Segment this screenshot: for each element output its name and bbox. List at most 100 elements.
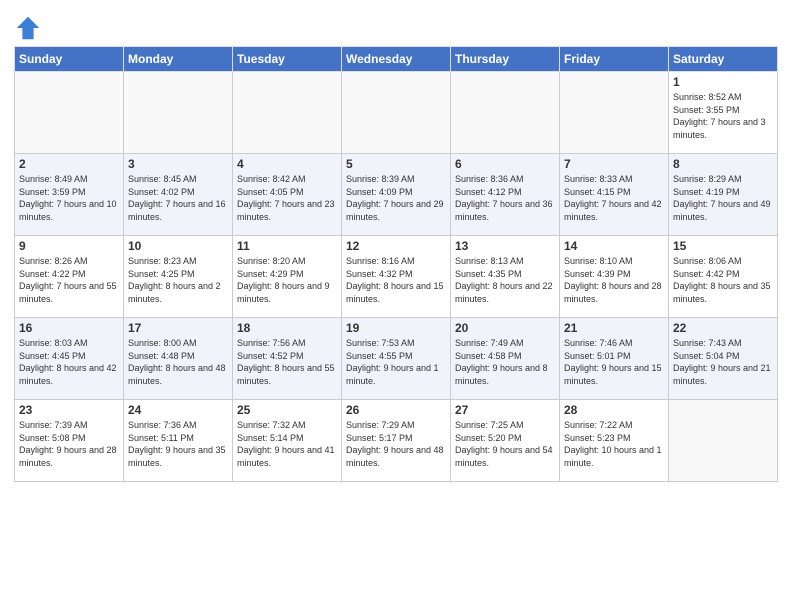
calendar-cell: 3 Sunrise: 8:45 AM Sunset: 4:02 PM Daylig… [124, 154, 233, 236]
day-info: Sunrise: 8:42 AM Sunset: 4:05 PM Dayligh… [237, 173, 337, 223]
weekday-header-monday: Monday [124, 47, 233, 72]
day-number: 20 [455, 321, 555, 335]
day-number: 5 [346, 157, 446, 171]
calendar-week-row: 1 Sunrise: 8:52 AM Sunset: 3:55 PM Daylig… [15, 72, 778, 154]
calendar-cell: 16Sunrise: 8:03 AM Sunset: 4:45 PM Dayli… [15, 318, 124, 400]
day-info: Sunrise: 7:25 AM Sunset: 5:20 PM Dayligh… [455, 419, 555, 469]
calendar-cell: 19 Sunrise: 7:53 AM Sunset: 4:55 PM Dayli… [342, 318, 451, 400]
weekday-header-wednesday: Wednesday [342, 47, 451, 72]
calendar-cell: 2 Sunrise: 8:49 AM Sunset: 3:59 PM Daylig… [15, 154, 124, 236]
calendar-cell: 23 Sunrise: 7:39 AM Sunset: 5:08 PM Dayli… [15, 400, 124, 482]
calendar-cell: 26 Sunrise: 7:29 AM Sunset: 5:17 PM Dayli… [342, 400, 451, 482]
calendar-cell: 21 Sunrise: 7:46 AM Sunset: 5:01 PM Dayli… [560, 318, 669, 400]
day-info: Sunrise: 8:45 AM Sunset: 4:02 PM Dayligh… [128, 173, 228, 223]
day-number: 7 [564, 157, 664, 171]
weekday-header-tuesday: Tuesday [233, 47, 342, 72]
weekday-header-thursday: Thursday [451, 47, 560, 72]
day-number: 1 [673, 75, 773, 89]
calendar-cell: 25 Sunrise: 7:32 AM Sunset: 5:14 PM Dayli… [233, 400, 342, 482]
day-info: Sunrise: 7:46 AM Sunset: 5:01 PM Dayligh… [564, 337, 664, 387]
calendar-table: SundayMondayTuesdayWednesdayThursdayFrid… [14, 46, 778, 482]
day-number: 18 [237, 321, 337, 335]
calendar-cell: 9 Sunrise: 8:26 AM Sunset: 4:22 PM Daylig… [15, 236, 124, 318]
calendar-cell: 15 Sunrise: 8:06 AM Sunset: 4:42 PM Dayli… [669, 236, 778, 318]
weekday-header-friday: Friday [560, 47, 669, 72]
day-number: 12 [346, 239, 446, 253]
calendar-cell: 24 Sunrise: 7:36 AM Sunset: 5:11 PM Dayli… [124, 400, 233, 482]
calendar-header-row: SundayMondayTuesdayWednesdayThursdayFrid… [15, 47, 778, 72]
day-info: Sunrise: 8:33 AM Sunset: 4:15 PM Dayligh… [564, 173, 664, 223]
day-info: Sunrise: 8:39 AM Sunset: 4:09 PM Dayligh… [346, 173, 446, 223]
day-number: 8 [673, 157, 773, 171]
calendar-cell: 20 Sunrise: 7:49 AM Sunset: 4:58 PM Dayli… [451, 318, 560, 400]
calendar-cell: 18 Sunrise: 7:56 AM Sunset: 4:52 PM Dayli… [233, 318, 342, 400]
calendar-cell: 7 Sunrise: 8:33 AM Sunset: 4:15 PM Daylig… [560, 154, 669, 236]
day-number: 24 [128, 403, 228, 417]
day-number: 4 [237, 157, 337, 171]
calendar-cell [669, 400, 778, 482]
day-number: 25 [237, 403, 337, 417]
day-info: Sunrise: 7:49 AM Sunset: 4:58 PM Dayligh… [455, 337, 555, 387]
day-info: Sunrise: 8:06 AM Sunset: 4:42 PM Dayligh… [673, 255, 773, 305]
calendar-cell: 6 Sunrise: 8:36 AM Sunset: 4:12 PM Daylig… [451, 154, 560, 236]
day-info: Sunrise: 8:29 AM Sunset: 4:19 PM Dayligh… [673, 173, 773, 223]
day-info: Sunrise: 8:00 AM Sunset: 4:48 PM Dayligh… [128, 337, 228, 387]
logo [14, 14, 44, 42]
calendar-week-row: 16Sunrise: 8:03 AM Sunset: 4:45 PM Dayli… [15, 318, 778, 400]
day-number: 3 [128, 157, 228, 171]
calendar-cell: 10 Sunrise: 8:23 AM Sunset: 4:25 PM Dayli… [124, 236, 233, 318]
day-info: Sunrise: 8:20 AM Sunset: 4:29 PM Dayligh… [237, 255, 337, 305]
calendar-cell: 27 Sunrise: 7:25 AM Sunset: 5:20 PM Dayli… [451, 400, 560, 482]
day-info: Sunrise: 8:10 AM Sunset: 4:39 PM Dayligh… [564, 255, 664, 305]
calendar-cell: 22 Sunrise: 7:43 AM Sunset: 5:04 PM Dayli… [669, 318, 778, 400]
day-number: 27 [455, 403, 555, 417]
day-number: 22 [673, 321, 773, 335]
day-number: 13 [455, 239, 555, 253]
day-info: Sunrise: 7:39 AM Sunset: 5:08 PM Dayligh… [19, 419, 119, 469]
day-info: Sunrise: 8:36 AM Sunset: 4:12 PM Dayligh… [455, 173, 555, 223]
day-info: Sunrise: 7:43 AM Sunset: 5:04 PM Dayligh… [673, 337, 773, 387]
day-info: Sunrise: 7:32 AM Sunset: 5:14 PM Dayligh… [237, 419, 337, 469]
day-number: 15 [673, 239, 773, 253]
day-number: 21 [564, 321, 664, 335]
calendar-cell: 8 Sunrise: 8:29 AM Sunset: 4:19 PM Daylig… [669, 154, 778, 236]
logo-icon [14, 14, 42, 42]
day-number: 14 [564, 239, 664, 253]
day-number: 28 [564, 403, 664, 417]
day-number: 23 [19, 403, 119, 417]
calendar-cell [233, 72, 342, 154]
weekday-header-sunday: Sunday [15, 47, 124, 72]
header-row [14, 10, 778, 42]
calendar-cell [124, 72, 233, 154]
day-info: Sunrise: 7:29 AM Sunset: 5:17 PM Dayligh… [346, 419, 446, 469]
calendar-cell [15, 72, 124, 154]
calendar-cell [451, 72, 560, 154]
day-info: Sunrise: 8:23 AM Sunset: 4:25 PM Dayligh… [128, 255, 228, 305]
calendar-cell: 11 Sunrise: 8:20 AM Sunset: 4:29 PM Dayli… [233, 236, 342, 318]
day-number: 16 [19, 321, 119, 335]
day-info: Sunrise: 8:52 AM Sunset: 3:55 PM Dayligh… [673, 91, 773, 141]
day-info: Sunrise: 7:53 AM Sunset: 4:55 PM Dayligh… [346, 337, 446, 387]
day-number: 6 [455, 157, 555, 171]
calendar-cell [560, 72, 669, 154]
day-info: Sunrise: 8:49 AM Sunset: 3:59 PM Dayligh… [19, 173, 119, 223]
day-number: 11 [237, 239, 337, 253]
calendar-cell: 4 Sunrise: 8:42 AM Sunset: 4:05 PM Daylig… [233, 154, 342, 236]
day-number: 9 [19, 239, 119, 253]
day-number: 19 [346, 321, 446, 335]
calendar-cell: 17Sunrise: 8:00 AM Sunset: 4:48 PM Dayli… [124, 318, 233, 400]
calendar-week-row: 2 Sunrise: 8:49 AM Sunset: 3:59 PM Daylig… [15, 154, 778, 236]
day-info: Sunrise: 7:36 AM Sunset: 5:11 PM Dayligh… [128, 419, 228, 469]
day-number: 2 [19, 157, 119, 171]
weekday-header-saturday: Saturday [669, 47, 778, 72]
day-info: Sunrise: 7:22 AM Sunset: 5:23 PM Dayligh… [564, 419, 664, 469]
day-number: 10 [128, 239, 228, 253]
day-info: Sunrise: 8:13 AM Sunset: 4:35 PM Dayligh… [455, 255, 555, 305]
day-number: 26 [346, 403, 446, 417]
day-info: Sunrise: 8:16 AM Sunset: 4:32 PM Dayligh… [346, 255, 446, 305]
day-info: Sunrise: 8:26 AM Sunset: 4:22 PM Dayligh… [19, 255, 119, 305]
page-container: SundayMondayTuesdayWednesdayThursdayFrid… [0, 0, 792, 488]
calendar-cell: 12 Sunrise: 8:16 AM Sunset: 4:32 PM Dayli… [342, 236, 451, 318]
calendar-cell: 28 Sunrise: 7:22 AM Sunset: 5:23 PM Dayli… [560, 400, 669, 482]
day-info: Sunrise: 7:56 AM Sunset: 4:52 PM Dayligh… [237, 337, 337, 387]
